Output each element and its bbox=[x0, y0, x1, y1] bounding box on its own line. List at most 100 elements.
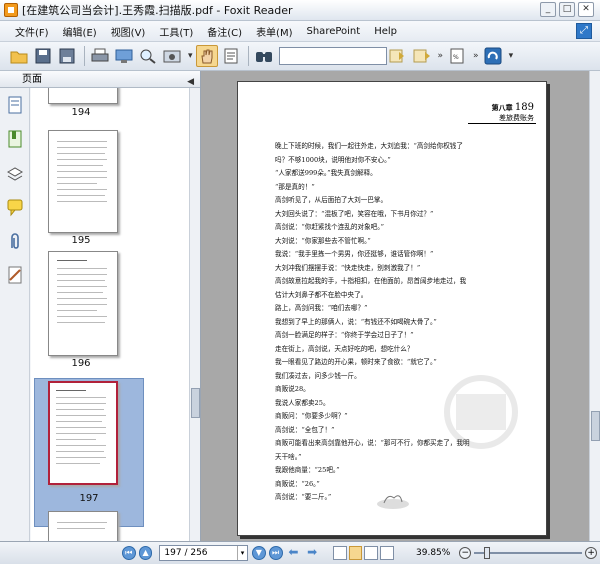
fit-page-button[interactable]: % bbox=[446, 45, 468, 67]
rotate-button[interactable] bbox=[482, 45, 504, 67]
svg-text:%: % bbox=[453, 54, 459, 61]
facing-view-button[interactable] bbox=[364, 546, 379, 560]
minimize-button[interactable]: _ bbox=[540, 2, 556, 17]
screen-button[interactable] bbox=[113, 45, 135, 67]
continuous-view-button[interactable] bbox=[348, 546, 363, 560]
save-icon bbox=[35, 48, 51, 64]
bookmarks-tab-icon[interactable] bbox=[6, 130, 24, 150]
save-as-button[interactable] bbox=[56, 45, 78, 67]
menu-help[interactable]: Help bbox=[367, 26, 404, 37]
select-text-icon bbox=[224, 48, 238, 64]
text-line: 我跟他商量：“25吧。” bbox=[275, 466, 340, 474]
window-title: [在建筑公司当会计].王秀霞.扫描版.pdf - Foxit Reader bbox=[22, 4, 293, 17]
toolbar-overflow-icon[interactable]: » bbox=[438, 51, 444, 61]
thumbnail-label: 195 bbox=[71, 235, 91, 246]
left-navigation-pane: 页面 ◀ 194 195 196 197 bbox=[0, 71, 201, 541]
zoom-in-button[interactable]: + bbox=[585, 547, 598, 559]
open-button[interactable] bbox=[8, 45, 30, 67]
page-number-input[interactable]: 197 / 256 ▾ bbox=[159, 545, 248, 561]
continuous-facing-view-button[interactable] bbox=[380, 546, 394, 560]
text-line: 晚上下班的时候，我们一起往外走，大刘追我：“高剑给你权钱了 bbox=[275, 142, 463, 150]
rotate-dropdown-icon[interactable]: ▾ bbox=[509, 51, 514, 61]
thumbnail-scroll-thumb[interactable] bbox=[191, 388, 200, 418]
text-line: 路上，高剑问我：“咱们去哪？” bbox=[275, 304, 368, 312]
restore-layout-icon[interactable]: ⤢ bbox=[576, 23, 592, 39]
thumbnail-label: 194 bbox=[71, 107, 91, 118]
menu-forms[interactable]: 表单(M) bbox=[249, 24, 299, 39]
print-icon bbox=[91, 48, 109, 62]
fit-page-icon: % bbox=[450, 48, 464, 64]
search-prev-button[interactable] bbox=[387, 45, 409, 67]
text-line: 我一眼看见了路边的开心果，顿时来了食欲：“就它了。” bbox=[275, 358, 437, 366]
zoom-slider[interactable] bbox=[474, 546, 583, 560]
page-thumbnails: 194 195 196 197 bbox=[31, 88, 189, 541]
single-page-view-button[interactable] bbox=[332, 546, 347, 560]
text-line: 大刘冲我们摆摆手说：“快走快走，别刺激我了！” bbox=[275, 263, 421, 272]
menu-comments[interactable]: 备注(C) bbox=[200, 24, 249, 39]
zoom-level: 39.85% bbox=[416, 548, 451, 558]
thumbnail-page-195[interactable] bbox=[48, 130, 118, 233]
text-line: 高剑故意拉起我的手，十指相扣，在他面前，昂首阔步地走过，我 bbox=[275, 277, 467, 285]
text-line: “人家都送999朵。”我失真剑解释。 bbox=[275, 169, 377, 177]
go-back-button[interactable]: ⬅ bbox=[286, 546, 302, 560]
document-scroll-thumb[interactable] bbox=[591, 411, 600, 441]
text-line: “那是真的！” bbox=[275, 182, 315, 191]
select-text-button[interactable] bbox=[220, 45, 242, 67]
search-next-button[interactable] bbox=[411, 45, 433, 67]
zoom-slider-knob[interactable] bbox=[484, 547, 491, 559]
foxit-app-icon[interactable] bbox=[4, 3, 18, 17]
text-line: 我说：“我手里拣一个男男，你还挺够，谁话管你啊！” bbox=[275, 250, 434, 258]
toolbar-separator bbox=[247, 46, 249, 66]
menu-tools[interactable]: 工具(T) bbox=[152, 24, 200, 39]
find-button[interactable] bbox=[253, 45, 275, 67]
search-next-icon bbox=[413, 49, 430, 63]
menu-file[interactable]: 文件(F) bbox=[8, 24, 56, 39]
search-prev-icon bbox=[389, 49, 404, 63]
toolbar-overflow-icon-2[interactable]: » bbox=[473, 51, 479, 61]
thumbnail-page-194[interactable] bbox=[48, 88, 118, 104]
page-dropdown-icon[interactable]: ▾ bbox=[236, 546, 247, 560]
thumbnail-page-198[interactable] bbox=[48, 511, 118, 541]
thumbnail-label: 196 bbox=[71, 358, 91, 369]
chapter-subtitle: 差旅费账务 bbox=[499, 114, 534, 122]
document-view[interactable]: 第八章 189 差旅费账务 晚上下班的时候，我们一起往外走，大刘追我：“高剑给你… bbox=[201, 71, 600, 541]
menu-edit[interactable]: 编辑(E) bbox=[56, 24, 104, 39]
maximize-button[interactable]: □ bbox=[559, 2, 575, 17]
zoom-icon bbox=[140, 49, 156, 64]
snapshot-dropdown-icon[interactable]: ▾ bbox=[188, 51, 193, 61]
menu-bar: 文件(F) 编辑(E) 视图(V) 工具(T) 备注(C) 表单(M) Shar… bbox=[0, 21, 600, 42]
last-page-button[interactable]: ⏭ bbox=[268, 546, 283, 560]
thumbnail-page-197[interactable] bbox=[48, 381, 118, 485]
attachments-tab-icon[interactable] bbox=[6, 232, 24, 252]
menu-view[interactable]: 视图(V) bbox=[104, 24, 153, 39]
first-page-button[interactable]: ⏮ bbox=[121, 546, 136, 560]
print-button[interactable] bbox=[89, 45, 111, 67]
layers-tab-icon[interactable] bbox=[6, 164, 24, 184]
search-input[interactable] bbox=[278, 47, 387, 65]
status-bar: ⏮ ▲ 197 / 256 ▾ ▼ ⏭ ⬅ ➡ 39.85% − + bbox=[0, 541, 600, 564]
text-line: 高剑听见了，从后面拍了大刘一巴掌。 bbox=[275, 196, 388, 204]
snapshot-button[interactable] bbox=[161, 45, 183, 67]
text-line: 估计大刘鼻子都不在脸中央了。 bbox=[275, 290, 368, 299]
text-line: 高剑一脸满足的样子：“你终于学会过日子了！” bbox=[275, 331, 414, 339]
go-forward-button[interactable]: ➡ bbox=[304, 546, 320, 560]
text-line: 吗？不够1000块，说明他对你不安心。” bbox=[275, 155, 391, 164]
thumbnail-label: 197 bbox=[79, 493, 99, 504]
next-page-button[interactable]: ▼ bbox=[251, 546, 266, 560]
signatures-tab-icon[interactable] bbox=[6, 266, 24, 286]
zoom-out-button[interactable]: − bbox=[459, 547, 472, 559]
document-scrollbar[interactable] bbox=[589, 71, 600, 541]
text-line: 走在街上，高剑说，天点好吃的吧，想吃什么？ bbox=[275, 344, 414, 353]
previous-page-button[interactable]: ▲ bbox=[138, 546, 153, 560]
thumbnail-scrollbar[interactable] bbox=[189, 88, 200, 541]
close-button[interactable]: ✕ bbox=[578, 2, 594, 17]
save-button[interactable] bbox=[32, 45, 54, 67]
menu-sharepoint[interactable]: SharePoint bbox=[300, 26, 368, 37]
hand-tool-button[interactable] bbox=[195, 45, 218, 67]
zoom-button[interactable] bbox=[137, 45, 159, 67]
snapshot-icon bbox=[163, 50, 181, 63]
comments-tab-icon[interactable] bbox=[6, 198, 24, 218]
thumbnail-page-196[interactable] bbox=[48, 251, 118, 356]
pages-panel-header: 页面 ◀ bbox=[0, 71, 200, 88]
pages-tab-icon[interactable] bbox=[6, 96, 24, 116]
